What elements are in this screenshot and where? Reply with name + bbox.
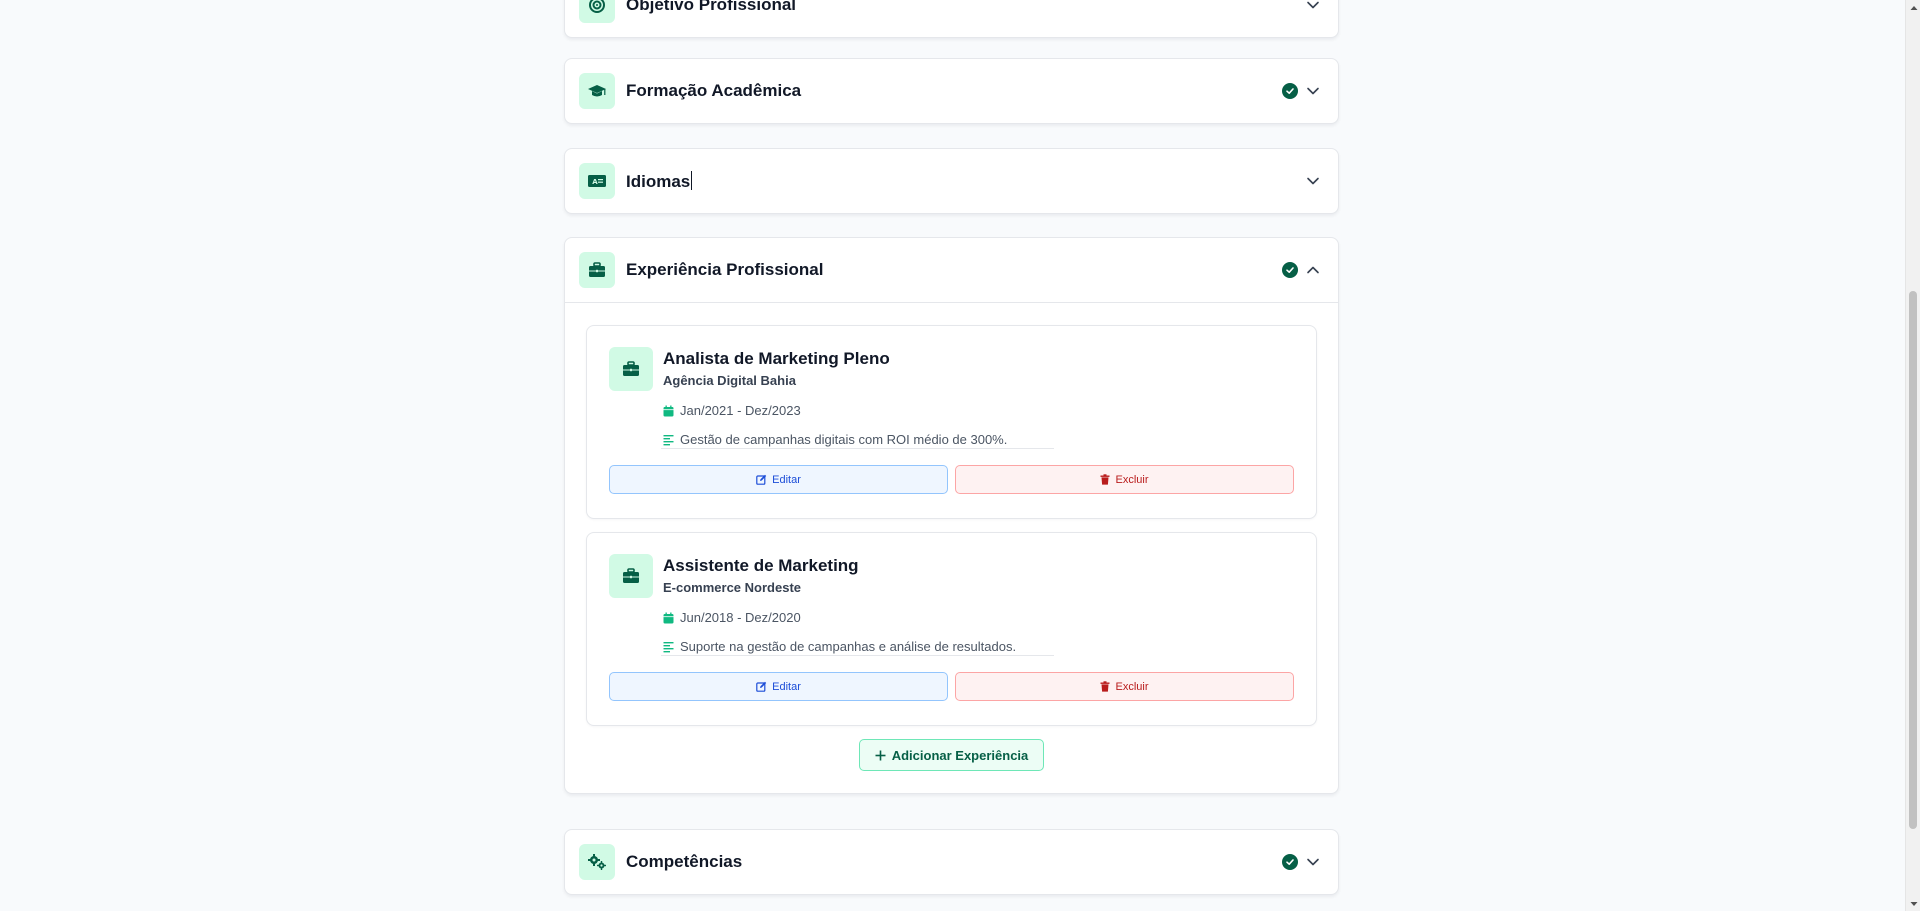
briefcase-icon [609,347,653,391]
add-experience-label: Adicionar Experiência [891,747,1029,763]
delete-label: Excluir [1115,680,1149,693]
experience-card: Analista de Marketing Pleno Agência Digi… [586,325,1317,519]
delete-button[interactable]: Excluir [955,672,1294,701]
card-divider [661,655,1054,656]
section-title: Experiência Profissional [626,260,824,279]
section-title: Competências [626,852,743,871]
chevron-down-icon[interactable] [1304,172,1322,190]
briefcase-icon [609,554,653,598]
text-cursor [691,170,693,190]
language-icon: A [579,163,615,199]
check-circle-icon [1282,262,1298,278]
section-header-experiencia[interactable]: Experiência Profissional [565,238,1338,302]
chevron-down-icon[interactable] [1304,0,1322,14]
section-title: Idiomas [626,170,693,191]
section-experiencia-profissional: Experiência Profissional Analista de Mar… [564,237,1339,794]
chevron-down-icon[interactable] [1304,853,1322,871]
description-text: Gestão de campanhas digitais com ROI méd… [680,432,1008,447]
bullseye-icon [579,0,615,23]
experience-card: Assistente de Marketing E-commerce Norde… [586,532,1317,726]
section-header-idiomas[interactable]: A Idiomas [565,149,1338,213]
edit-icon [756,681,767,692]
company-name: Agência Digital Bahia [663,373,796,388]
section-header-competencias[interactable]: Competências [565,830,1338,894]
chevron-up-icon[interactable] [1304,261,1322,279]
delete-button[interactable]: Excluir [955,465,1294,494]
period-row: Jun/2018 - Dez/2020 [663,609,1294,626]
briefcase-icon [579,252,615,288]
section-formacao-academica: Formação Acadêmica [564,58,1339,124]
description-text: Suporte na gestão de campanhas e análise… [680,639,1017,654]
add-experience-button[interactable]: Adicionar Experiência [858,739,1045,771]
align-left-icon [663,434,674,445]
description-row: Gestão de campanhas digitais com ROI méd… [663,431,1294,448]
edit-label: Editar [772,680,801,693]
graduation-cap-icon [579,73,615,109]
svg-text:A: A [592,178,598,186]
edit-label: Editar [772,473,801,486]
section-header-formacao[interactable]: Formação Acadêmica [565,59,1338,123]
check-circle-icon [1282,83,1298,99]
page: Objetivo Profissional Formação Acadêmica [0,0,1920,911]
trash-icon [1100,681,1110,692]
plus-icon [875,750,886,760]
scroll-up-arrow-icon[interactable] [1906,0,1920,15]
edit-button[interactable]: Editar [609,672,948,701]
section-title: Formação Acadêmica [626,81,802,100]
section-header-objetivo[interactable]: Objetivo Profissional [565,0,1338,37]
page-scrollbar[interactable] [1905,0,1920,911]
edit-icon [756,474,767,485]
period-row: Jan/2021 - Dez/2023 [663,402,1294,419]
section-title: Objetivo Profissional [626,0,797,14]
scroll-thumb[interactable] [1909,291,1917,829]
chevron-down-icon[interactable] [1304,82,1322,100]
job-title: Analista de Marketing Pleno [663,349,890,368]
period-text: Jun/2018 - Dez/2020 [680,610,801,625]
edit-button[interactable]: Editar [609,465,948,494]
scroll-down-arrow-icon[interactable] [1906,896,1920,911]
experience-list: Analista de Marketing Pleno Agência Digi… [565,302,1338,793]
delete-label: Excluir [1115,473,1149,486]
gears-icon [579,844,615,880]
trash-icon [1100,474,1110,485]
section-competencias: Competências [564,829,1339,895]
company-name: E-commerce Nordeste [663,580,801,595]
period-text: Jan/2021 - Dez/2023 [680,403,801,418]
description-row: Suporte na gestão de campanhas e análise… [663,638,1294,655]
calendar-icon [663,405,674,416]
job-title: Assistente de Marketing [663,556,859,575]
align-left-icon [663,641,674,652]
section-idiomas: A Idiomas [564,148,1339,214]
check-circle-icon [1282,854,1298,870]
section-objetivo-profissional: Objetivo Profissional [564,0,1339,38]
calendar-icon [663,612,674,623]
card-divider [661,448,1054,449]
